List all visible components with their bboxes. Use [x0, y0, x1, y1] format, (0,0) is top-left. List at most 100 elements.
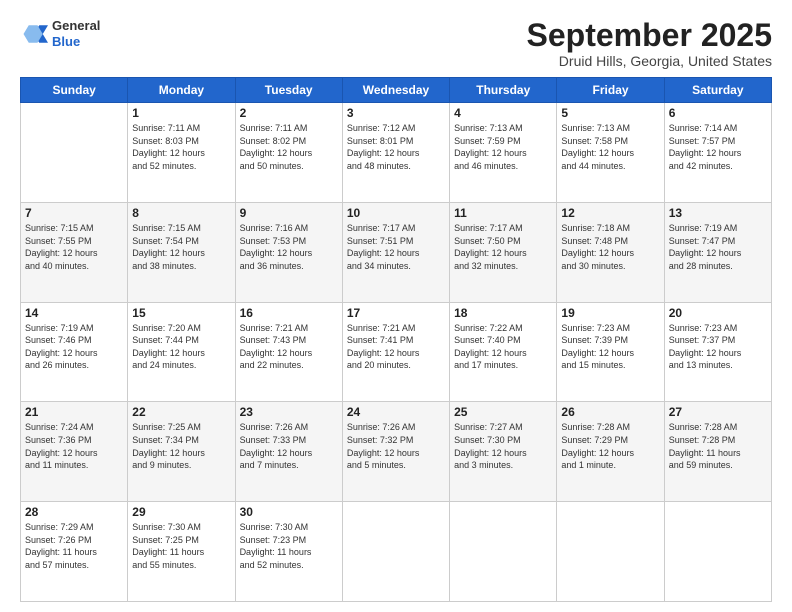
day-info: Sunrise: 7:11 AM Sunset: 8:03 PM Dayligh… — [132, 122, 230, 172]
day-number: 28 — [25, 505, 123, 519]
day-number: 14 — [25, 306, 123, 320]
calendar-cell: 1Sunrise: 7:11 AM Sunset: 8:03 PM Daylig… — [128, 103, 235, 203]
day-info: Sunrise: 7:15 AM Sunset: 7:54 PM Dayligh… — [132, 222, 230, 272]
calendar-cell: 20 Sunrise: 7:23 AM Sunset: 7:37 PM Dayli… — [664, 302, 771, 402]
day-info: Sunrise: 7:13 AM Sunset: 7:58 PM Dayligh… — [561, 122, 659, 172]
day-number: 19 — [561, 306, 659, 320]
logo-icon — [20, 20, 48, 48]
weekday-header-friday: Friday — [557, 78, 664, 103]
location: Druid Hills, Georgia, United States — [527, 53, 772, 69]
day-number: 20 — [669, 306, 767, 320]
calendar-cell: 30Sunrise: 7:30 AM Sunset: 7:23 PM Dayli… — [235, 502, 342, 602]
day-number: 12 — [561, 206, 659, 220]
calendar-cell: 12 Sunrise: 7:18 AM Sunset: 7:48 PM Dayli… — [557, 202, 664, 302]
day-number: 9 — [240, 206, 338, 220]
day-info: Sunrise: 7:13 AM Sunset: 7:59 PM Dayligh… — [454, 122, 552, 172]
day-number: 2 — [240, 106, 338, 120]
calendar-cell — [450, 502, 557, 602]
day-info: Sunrise: 7:28 AM Sunset: 7:28 PM Dayligh… — [669, 421, 767, 471]
day-info: Sunrise: 7:12 AM Sunset: 8:01 PM Dayligh… — [347, 122, 445, 172]
calendar-cell: 27 Sunrise: 7:28 AM Sunset: 7:28 PM Dayli… — [664, 402, 771, 502]
calendar-cell: 19 Sunrise: 7:23 AM Sunset: 7:39 PM Dayli… — [557, 302, 664, 402]
title-block: September 2025 Druid Hills, Georgia, Uni… — [527, 18, 772, 69]
day-info: Sunrise: 7:17 AM Sunset: 7:51 PM Dayligh… — [347, 222, 445, 272]
day-number: 23 — [240, 405, 338, 419]
day-info: Sunrise: 7:21 AM Sunset: 7:41 PM Dayligh… — [347, 322, 445, 372]
calendar: SundayMondayTuesdayWednesdayThursdayFrid… — [20, 77, 772, 602]
calendar-cell: 5 Sunrise: 7:13 AM Sunset: 7:58 PM Daylig… — [557, 103, 664, 203]
day-info: Sunrise: 7:14 AM Sunset: 7:57 PM Dayligh… — [669, 122, 767, 172]
calendar-cell: 7Sunrise: 7:15 AM Sunset: 7:55 PM Daylig… — [21, 202, 128, 302]
day-info: Sunrise: 7:26 AM Sunset: 7:32 PM Dayligh… — [347, 421, 445, 471]
calendar-cell: 24 Sunrise: 7:26 AM Sunset: 7:32 PM Dayli… — [342, 402, 449, 502]
calendar-cell: 13 Sunrise: 7:19 AM Sunset: 7:47 PM Dayli… — [664, 202, 771, 302]
calendar-cell: 26 Sunrise: 7:28 AM Sunset: 7:29 PM Dayli… — [557, 402, 664, 502]
calendar-cell — [21, 103, 128, 203]
weekday-header-tuesday: Tuesday — [235, 78, 342, 103]
day-number: 16 — [240, 306, 338, 320]
day-number: 7 — [25, 206, 123, 220]
day-info: Sunrise: 7:19 AM Sunset: 7:47 PM Dayligh… — [669, 222, 767, 272]
day-info: Sunrise: 7:23 AM Sunset: 7:37 PM Dayligh… — [669, 322, 767, 372]
day-info: Sunrise: 7:16 AM Sunset: 7:53 PM Dayligh… — [240, 222, 338, 272]
day-info: Sunrise: 7:18 AM Sunset: 7:48 PM Dayligh… — [561, 222, 659, 272]
day-number: 10 — [347, 206, 445, 220]
logo-blue: Blue — [52, 34, 100, 50]
day-number: 5 — [561, 106, 659, 120]
day-number: 11 — [454, 206, 552, 220]
calendar-cell: 29Sunrise: 7:30 AM Sunset: 7:25 PM Dayli… — [128, 502, 235, 602]
calendar-cell: 4 Sunrise: 7:13 AM Sunset: 7:59 PM Daylig… — [450, 103, 557, 203]
day-number: 4 — [454, 106, 552, 120]
day-number: 22 — [132, 405, 230, 419]
weekday-header-thursday: Thursday — [450, 78, 557, 103]
calendar-cell: 28 Sunrise: 7:29 AM Sunset: 7:26 PM Dayli… — [21, 502, 128, 602]
calendar-cell: 6 Sunrise: 7:14 AM Sunset: 7:57 PM Daylig… — [664, 103, 771, 203]
calendar-cell: 23 Sunrise: 7:26 AM Sunset: 7:33 PM Dayli… — [235, 402, 342, 502]
day-info: Sunrise: 7:26 AM Sunset: 7:33 PM Dayligh… — [240, 421, 338, 471]
day-number: 18 — [454, 306, 552, 320]
day-info: Sunrise: 7:17 AM Sunset: 7:50 PM Dayligh… — [454, 222, 552, 272]
day-number: 3 — [347, 106, 445, 120]
logo-general: General — [52, 18, 100, 34]
calendar-week-1: 1Sunrise: 7:11 AM Sunset: 8:03 PM Daylig… — [21, 103, 772, 203]
day-number: 15 — [132, 306, 230, 320]
day-info: Sunrise: 7:28 AM Sunset: 7:29 PM Dayligh… — [561, 421, 659, 471]
day-number: 26 — [561, 405, 659, 419]
calendar-cell: 2 Sunrise: 7:11 AM Sunset: 8:02 PM Daylig… — [235, 103, 342, 203]
day-info: Sunrise: 7:29 AM Sunset: 7:26 PM Dayligh… — [25, 521, 123, 571]
calendar-cell: 18Sunrise: 7:22 AM Sunset: 7:40 PM Dayli… — [450, 302, 557, 402]
month-title: September 2025 — [527, 18, 772, 53]
calendar-week-4: 21Sunrise: 7:24 AM Sunset: 7:36 PM Dayli… — [21, 402, 772, 502]
calendar-cell — [342, 502, 449, 602]
weekday-header-row: SundayMondayTuesdayWednesdayThursdayFrid… — [21, 78, 772, 103]
day-number: 17 — [347, 306, 445, 320]
day-number: 29 — [132, 505, 230, 519]
day-info: Sunrise: 7:24 AM Sunset: 7:36 PM Dayligh… — [25, 421, 123, 471]
day-number: 8 — [132, 206, 230, 220]
day-number: 6 — [669, 106, 767, 120]
calendar-week-2: 7Sunrise: 7:15 AM Sunset: 7:55 PM Daylig… — [21, 202, 772, 302]
day-info: Sunrise: 7:23 AM Sunset: 7:39 PM Dayligh… — [561, 322, 659, 372]
day-number: 27 — [669, 405, 767, 419]
calendar-cell: 25 Sunrise: 7:27 AM Sunset: 7:30 PM Dayli… — [450, 402, 557, 502]
logo: General Blue — [20, 18, 100, 49]
calendar-cell — [557, 502, 664, 602]
page-header: General Blue September 2025 Druid Hills,… — [20, 18, 772, 69]
day-info: Sunrise: 7:20 AM Sunset: 7:44 PM Dayligh… — [132, 322, 230, 372]
day-number: 30 — [240, 505, 338, 519]
day-number: 25 — [454, 405, 552, 419]
weekday-header-sunday: Sunday — [21, 78, 128, 103]
day-number: 13 — [669, 206, 767, 220]
day-info: Sunrise: 7:21 AM Sunset: 7:43 PM Dayligh… — [240, 322, 338, 372]
day-info: Sunrise: 7:27 AM Sunset: 7:30 PM Dayligh… — [454, 421, 552, 471]
calendar-week-5: 28 Sunrise: 7:29 AM Sunset: 7:26 PM Dayli… — [21, 502, 772, 602]
calendar-cell: 21Sunrise: 7:24 AM Sunset: 7:36 PM Dayli… — [21, 402, 128, 502]
day-info: Sunrise: 7:25 AM Sunset: 7:34 PM Dayligh… — [132, 421, 230, 471]
weekday-header-wednesday: Wednesday — [342, 78, 449, 103]
calendar-cell — [664, 502, 771, 602]
weekday-header-monday: Monday — [128, 78, 235, 103]
day-number: 24 — [347, 405, 445, 419]
calendar-cell: 15 Sunrise: 7:20 AM Sunset: 7:44 PM Dayli… — [128, 302, 235, 402]
calendar-cell: 14Sunrise: 7:19 AM Sunset: 7:46 PM Dayli… — [21, 302, 128, 402]
day-info: Sunrise: 7:11 AM Sunset: 8:02 PM Dayligh… — [240, 122, 338, 172]
